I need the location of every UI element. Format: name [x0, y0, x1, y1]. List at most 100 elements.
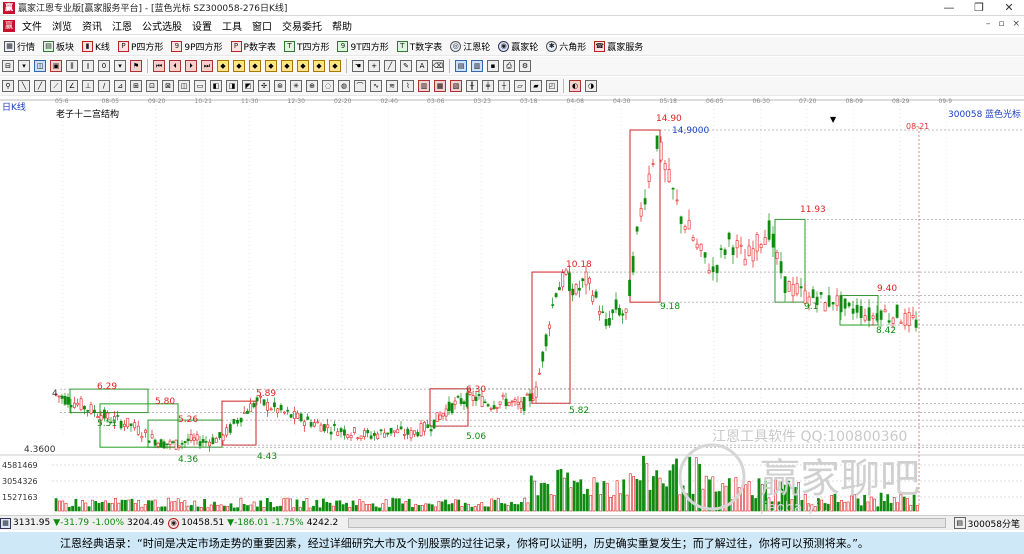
diamond-8-icon[interactable]: ◆ [329, 60, 341, 72]
toolbar-p-number-button[interactable]: P P数字表 [227, 38, 280, 55]
toolbar-t-square-button[interactable]: T T四方形 [280, 38, 334, 55]
tool-20-icon[interactable]: ⊕ [306, 80, 318, 92]
chart-tab-label[interactable]: 日K线 [2, 101, 26, 113]
first-icon[interactable]: ⏮ [153, 60, 165, 72]
last-icon[interactable]: ⏭ [201, 60, 213, 72]
tool-36-icon[interactable]: ◐ [569, 80, 581, 92]
red-frame-icon[interactable]: ▣ [50, 60, 62, 72]
save-icon[interactable]: ▪ [487, 60, 499, 72]
zero-button-icon[interactable]: 0 [98, 60, 110, 72]
bar-style-icon[interactable]: ⫾ [82, 60, 94, 72]
tool-19-icon[interactable]: ✳ [290, 80, 302, 92]
hand-icon[interactable]: ☚ [352, 60, 364, 72]
menu-browse[interactable]: 浏览 [47, 18, 77, 33]
window-2-icon[interactable]: ▥ [471, 60, 483, 72]
tool-33-icon[interactable]: ▱ [514, 80, 526, 92]
diamond-6-icon[interactable]: ◆ [297, 60, 309, 72]
settings-icon[interactable]: ⚙ [519, 60, 531, 72]
tool-17-icon[interactable]: ✣ [258, 80, 270, 92]
toolbar-kline-button[interactable]: ▮ K线 [78, 38, 114, 55]
diamond-4-icon[interactable]: ◆ [265, 60, 277, 72]
menu-trade[interactable]: 交易委托 [277, 18, 327, 33]
menu-file[interactable]: 文件 [17, 18, 47, 33]
tool-21-icon[interactable]: ◌ [322, 80, 334, 92]
tool-15-icon[interactable]: ◨ [226, 80, 238, 92]
diamond-3-icon[interactable]: ◆ [249, 60, 261, 72]
tool-31-icon[interactable]: ╪ [482, 80, 494, 92]
tool-26-icon[interactable]: ⌇ [402, 80, 414, 92]
diamond-5-icon[interactable]: ◆ [281, 60, 293, 72]
tool-7-icon[interactable]: ∕ [98, 80, 110, 92]
tool-25-icon[interactable]: ≋ [386, 80, 398, 92]
menu-tools[interactable]: 工具 [217, 18, 247, 33]
sh-index-block[interactable]: ▦ 3131.95 ▼-31.79 -1.00% 3204.49 [0, 517, 164, 529]
indicator-dropdown-icon[interactable]: ▼ [830, 115, 837, 124]
tool-30-icon[interactable]: ╫ [466, 80, 478, 92]
chart-window-icon[interactable]: ◫ [34, 60, 46, 72]
menu-info[interactable]: 资讯 [77, 18, 107, 33]
line-icon[interactable]: ╱ [384, 60, 396, 72]
chart-type-icon[interactable]: ▾ [18, 60, 30, 72]
tick-detail-link[interactable]: ▤ 300058分笔 [952, 517, 1020, 530]
tool-18-icon[interactable]: ⊛ [274, 80, 286, 92]
toolbar-hexagon-button[interactable]: ✱ 六角形 [542, 38, 590, 55]
close-button[interactable]: ✕ [994, 0, 1024, 16]
toolbar-t-number-button[interactable]: T T数字表 [393, 38, 447, 55]
candle-style-icon[interactable]: ⫼ [66, 60, 78, 72]
flag-icon[interactable]: ⚑ [130, 60, 142, 72]
tool-8-icon[interactable]: ⊿ [114, 80, 126, 92]
toolbar-service-button[interactable]: ☎ 赢家服务 [590, 38, 647, 55]
horizontal-scrollbar[interactable] [348, 518, 946, 528]
menu-formula[interactable]: 公式选股 [137, 18, 187, 33]
tool-4-icon[interactable]: ⟋ [50, 80, 62, 92]
tool-23-icon[interactable]: ⌒ [354, 80, 366, 92]
tool-10-icon[interactable]: ⊡ [146, 80, 158, 92]
menu-gann[interactable]: 江恩 [107, 18, 137, 33]
toolbar-quote-button[interactable]: ▦ 行情 [0, 38, 39, 55]
toolbar-board-button[interactable]: ▤ 板块 [39, 38, 78, 55]
maximize-button[interactable]: ❐ [964, 0, 994, 16]
dropdown-icon[interactable]: ▾ [114, 60, 126, 72]
menu-settings[interactable]: 设置 [187, 18, 217, 33]
tool-1-icon[interactable]: ⚲ [2, 80, 14, 92]
tool-22-icon[interactable]: ◍ [338, 80, 350, 92]
tool-3-icon[interactable]: ╱ [34, 80, 46, 92]
menu-help[interactable]: 帮助 [327, 18, 357, 33]
tool-28-icon[interactable]: ▦ [434, 80, 446, 92]
print-icon[interactable]: ⎙ [503, 60, 515, 72]
kline-chart[interactable]: 08-21 05-6 08-05 09-20 10-21 11-30 12-30 02-20… [0, 97, 1024, 514]
tool-27-icon[interactable]: ▥ [418, 80, 430, 92]
tool-2-icon[interactable]: ╲ [18, 80, 30, 92]
tool-5-icon[interactable]: ∠ [66, 80, 78, 92]
tool-37-icon[interactable]: ◑ [585, 80, 597, 92]
diamond-7-icon[interactable]: ◆ [313, 60, 325, 72]
toolbar-9t-square-button[interactable]: 9 9T四方形 [333, 38, 392, 55]
tool-32-icon[interactable]: ┼ [498, 80, 510, 92]
layout-icon[interactable]: ⊟ [2, 60, 14, 72]
tool-34-icon[interactable]: ▰ [530, 80, 542, 92]
tool-29-icon[interactable]: ▧ [450, 80, 462, 92]
mdi-minimize-button[interactable]: – [986, 19, 991, 29]
sz-index-block[interactable]: ◉ 10458.51 ▼-186.01 -1.75% 4242.2 [168, 517, 338, 529]
toolbar-p-square-button[interactable]: P P四方形 [114, 38, 167, 55]
mdi-restore-button[interactable]: ▫ [998, 19, 1004, 29]
tool-35-icon[interactable]: ◰ [546, 80, 558, 92]
toolbar-gann-wheel-button[interactable]: ◎ 江恩轮 [446, 38, 494, 55]
window-1-icon[interactable]: ▤ [455, 60, 467, 72]
toolbar-winner-wheel-button[interactable]: ◉ 赢家轮 [494, 38, 542, 55]
tool-12-icon[interactable]: ◫ [178, 80, 190, 92]
diamond-1-icon[interactable]: ◆ [217, 60, 229, 72]
diamond-2-icon[interactable]: ◆ [233, 60, 245, 72]
text-icon[interactable]: A [416, 60, 428, 72]
tool-6-icon[interactable]: ⊥ [82, 80, 94, 92]
tool-16-icon[interactable]: ◩ [242, 80, 254, 92]
tool-13-icon[interactable]: ▭ [194, 80, 206, 92]
prev-icon[interactable]: ⏴ [169, 60, 181, 72]
toolbar-9p-square-button[interactable]: 9 9P四方形 [167, 38, 226, 55]
crosshair-icon[interactable]: + [368, 60, 380, 72]
tool-11-icon[interactable]: ⊠ [162, 80, 174, 92]
kline-chart-panel[interactable]: 08-21 05-6 08-05 09-20 10-21 11-30 12-30 02-20… [0, 97, 1024, 514]
pen-icon[interactable]: ✎ [400, 60, 412, 72]
tool-24-icon[interactable]: ∿ [370, 80, 382, 92]
mdi-close-button[interactable]: × [1012, 19, 1020, 29]
